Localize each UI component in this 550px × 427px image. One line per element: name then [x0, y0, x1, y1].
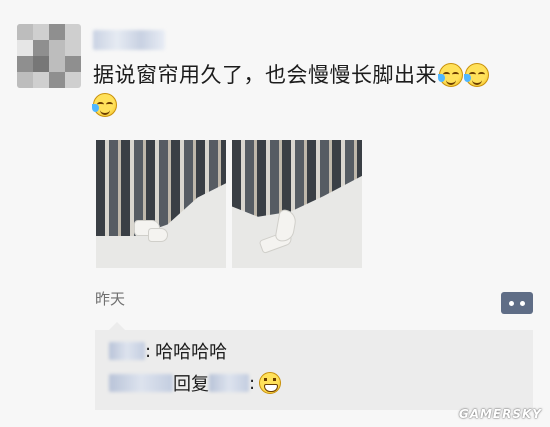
- curtain-image: [96, 140, 226, 236]
- grinning-icon: [259, 372, 282, 394]
- post-photo-1[interactable]: [96, 140, 226, 268]
- comment-item[interactable]: : 哈哈哈哈: [109, 338, 227, 364]
- comment-separator: :: [249, 372, 256, 394]
- crying-laughing-icon: [464, 63, 489, 87]
- post-time: 昨天: [95, 290, 126, 308]
- curtain-image: [232, 140, 362, 217]
- reply-target-name-blurred[interactable]: [209, 374, 249, 392]
- dot-icon: [509, 300, 514, 306]
- author-name-blurred[interactable]: [93, 30, 165, 50]
- comment-separator: :: [145, 340, 152, 362]
- post-text: 据说窗帘用久了，也会慢慢长脚出来: [93, 63, 437, 87]
- dot-icon: [520, 300, 525, 306]
- commenter-name-blurred[interactable]: [109, 374, 173, 392]
- foot-image: [148, 228, 168, 242]
- avatar[interactable]: [17, 24, 81, 88]
- comment-text: 哈哈哈哈: [155, 342, 228, 363]
- foot-image: [274, 208, 298, 244]
- more-actions-button[interactable]: [501, 292, 533, 314]
- watermark: GAMERSKY: [458, 407, 542, 421]
- reply-word: 回复: [173, 374, 209, 395]
- crying-laughing-icon: [438, 63, 463, 87]
- commenter-name-blurred[interactable]: [109, 342, 145, 360]
- comments-panel: : 哈哈哈哈 回复 :: [95, 322, 533, 410]
- post-text-block: 据说窗帘用久了，也会慢慢长脚出来: [92, 60, 533, 120]
- comment-item[interactable]: 回复 :: [109, 370, 282, 396]
- crying-laughing-icon: [92, 93, 117, 117]
- post-photo-2[interactable]: [232, 140, 362, 268]
